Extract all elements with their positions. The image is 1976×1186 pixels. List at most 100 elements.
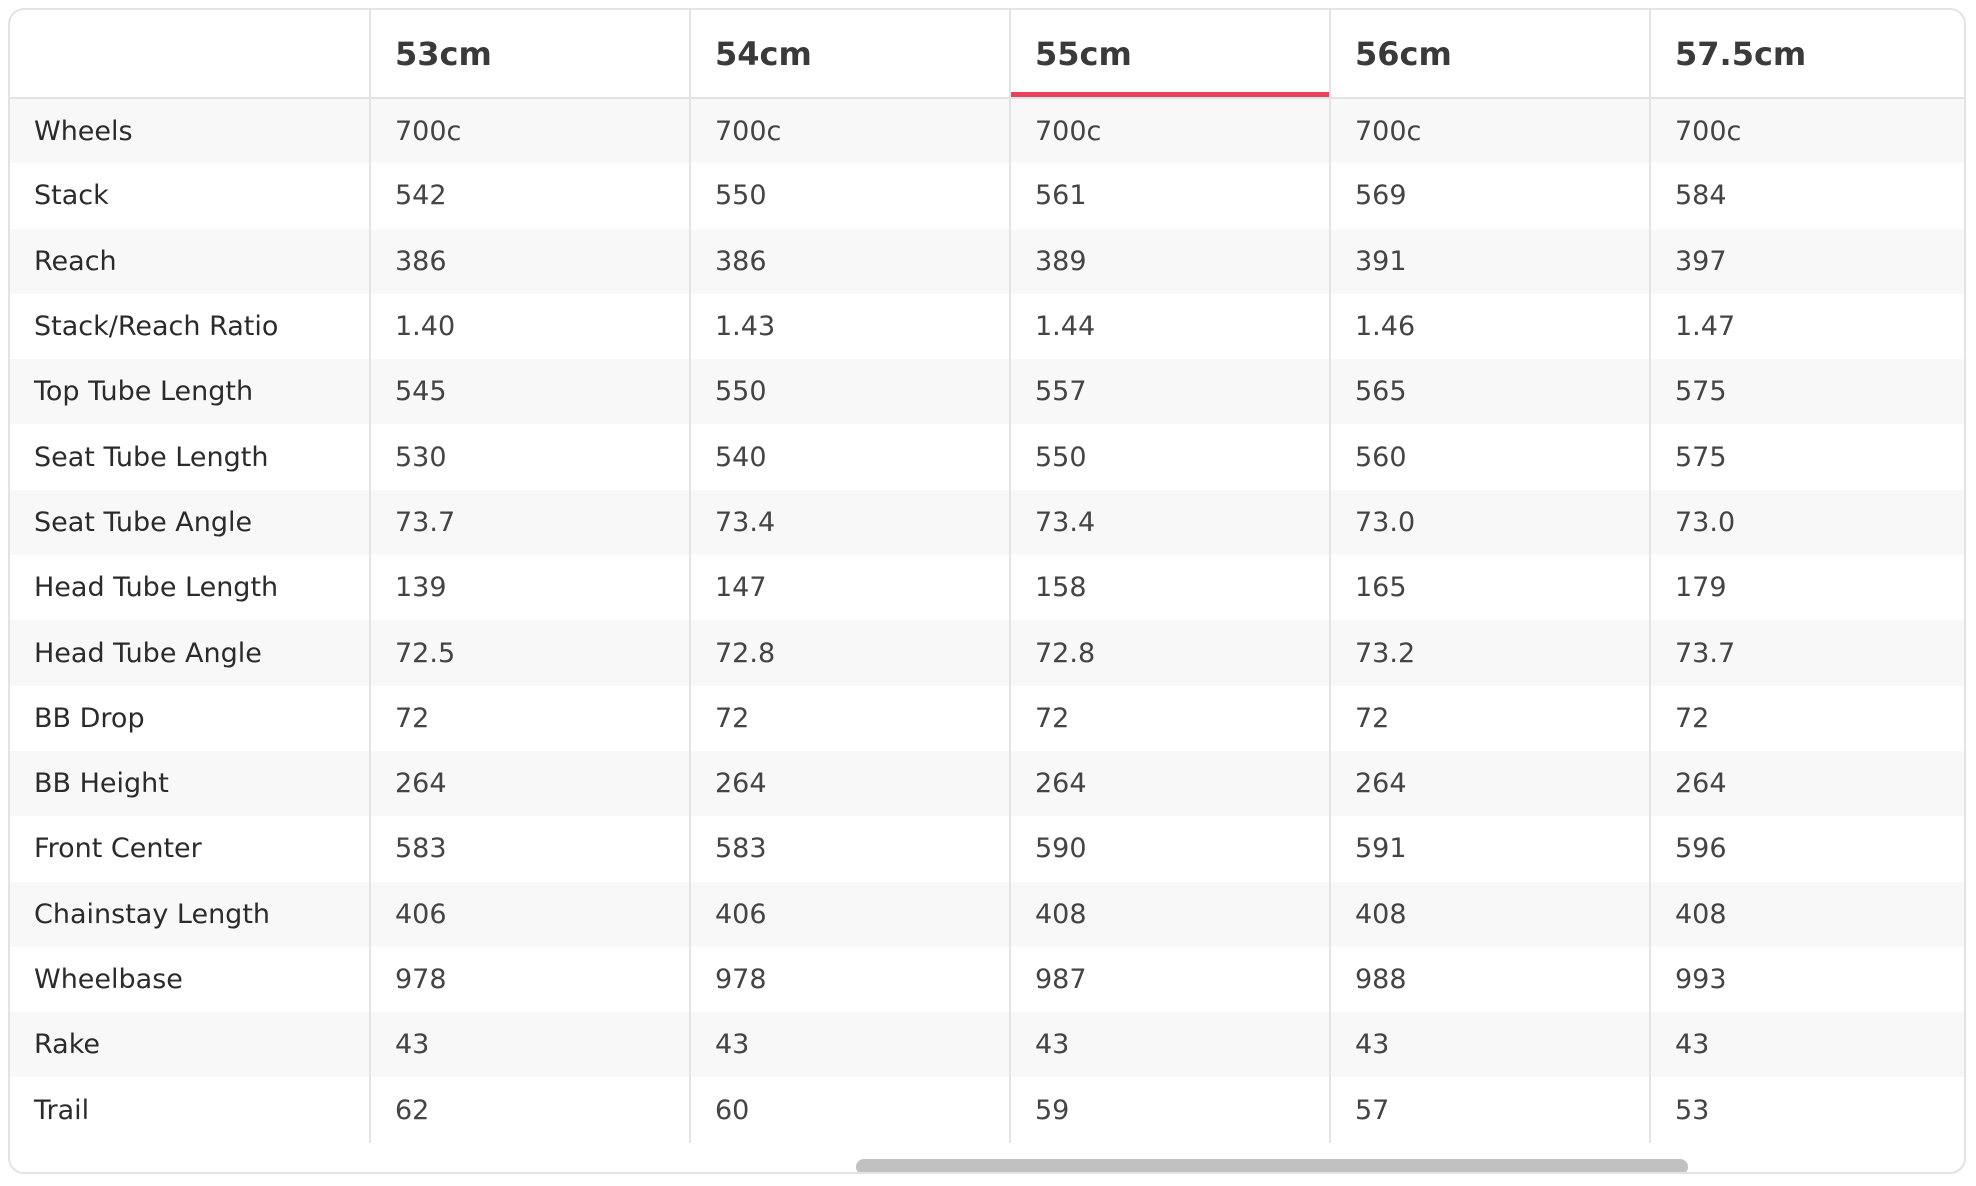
table-cell: 72.5 (369, 620, 690, 686)
table-cell: 72 (1009, 685, 1330, 751)
table-cell: 179 (1649, 555, 1964, 621)
table-row: Top Tube Length 545 550 557 565 575 (10, 359, 1964, 425)
table-cell: 73.2 (1329, 620, 1650, 686)
table-cell: 53 (1649, 1077, 1964, 1143)
row-label: Trail (10, 1077, 370, 1143)
table-cell: 59 (1009, 1077, 1330, 1143)
row-label: Wheels (10, 98, 370, 164)
table-cell: 158 (1009, 555, 1330, 621)
table-cell: 57 (1329, 1077, 1650, 1143)
table-row: Wheels 700c 700c 700c 700c 700c (10, 98, 1964, 164)
table-cell: 700c (1649, 98, 1964, 164)
table-cell: 386 (369, 228, 690, 294)
table-cell: 590 (1009, 816, 1330, 882)
table-cell: 406 (689, 881, 1010, 947)
table-cell: 575 (1649, 424, 1964, 490)
table-row: Seat Tube Length 530 540 550 560 575 (10, 424, 1964, 490)
table-cell: 73.0 (1329, 489, 1650, 556)
table-cell: 557 (1009, 359, 1330, 425)
size-header-53cm[interactable]: 53cm (369, 10, 690, 99)
table-cell: 408 (1009, 881, 1330, 947)
table-cell: 550 (689, 163, 1010, 229)
scrollbar-thumb[interactable] (856, 1159, 1688, 1172)
row-label: Head Tube Length (10, 555, 370, 621)
table-cell: 596 (1649, 816, 1964, 882)
horizontal-scrollbar[interactable] (18, 1153, 1956, 1172)
table-cell: 575 (1649, 359, 1964, 425)
table-cell: 1.40 (369, 293, 690, 360)
size-header-54cm[interactable]: 54cm (689, 10, 1010, 99)
table-cell: 73.4 (689, 489, 1010, 556)
table-cell: 583 (369, 816, 690, 882)
table-cell: 700c (1329, 98, 1650, 164)
row-label: BB Drop (10, 685, 370, 751)
table-cell: 73.7 (369, 489, 690, 556)
table-row: Trail 62 60 59 57 53 (10, 1077, 1964, 1143)
table-cell: 530 (369, 424, 690, 490)
table-cell: 700c (369, 98, 690, 164)
table-cell: 72 (369, 685, 690, 751)
table-row: Stack 542 550 561 569 584 (10, 163, 1964, 229)
table-cell: 72 (1649, 685, 1964, 751)
table-cell: 978 (369, 946, 690, 1013)
table-cell: 139 (369, 555, 690, 621)
table-cell: 1.44 (1009, 293, 1330, 360)
row-label: Seat Tube Angle (10, 489, 370, 556)
geometry-table: 53cm 54cm 55cm 56cm 57.5cm Wheels 700c 700… (10, 10, 1964, 1143)
size-header-55cm[interactable]: 55cm (1009, 10, 1330, 99)
row-label: Wheelbase (10, 946, 370, 1013)
row-label: Head Tube Angle (10, 620, 370, 686)
row-label: Stack/Reach Ratio (10, 293, 370, 360)
table-cell: 591 (1329, 816, 1650, 882)
row-label: Chainstay Length (10, 881, 370, 947)
geometry-table-container[interactable]: 53cm 54cm 55cm 56cm 57.5cm Wheels 700c 700… (8, 8, 1966, 1174)
table-cell: 545 (369, 359, 690, 425)
table-cell: 72 (1329, 685, 1650, 751)
table-cell: 43 (1329, 1012, 1650, 1078)
table-cell: 60 (689, 1077, 1010, 1143)
size-header-56cm[interactable]: 56cm (1329, 10, 1650, 99)
table-cell: 72.8 (689, 620, 1010, 686)
table-cell: 72 (689, 685, 1010, 751)
table-cell: 264 (1329, 750, 1650, 817)
table-cell: 993 (1649, 946, 1964, 1013)
table-cell: 560 (1329, 424, 1650, 490)
table-cell: 43 (369, 1012, 690, 1078)
table-cell: 147 (689, 555, 1010, 621)
table-row: Stack/Reach Ratio 1.40 1.43 1.44 1.46 1.47 (10, 293, 1964, 360)
table-cell: 1.46 (1329, 293, 1650, 360)
table-cell: 43 (689, 1012, 1010, 1078)
table-cell: 72.8 (1009, 620, 1330, 686)
table-cell: 389 (1009, 228, 1330, 294)
table-row: BB Height 264 264 264 264 264 (10, 750, 1964, 817)
row-label: Stack (10, 163, 370, 229)
table-row: Wheelbase 978 978 987 988 993 (10, 946, 1964, 1013)
table-cell: 397 (1649, 228, 1964, 294)
table-cell: 406 (369, 881, 690, 947)
table-cell: 264 (1649, 750, 1964, 817)
table-row: Rake 43 43 43 43 43 (10, 1012, 1964, 1078)
table-cell: 73.0 (1649, 489, 1964, 556)
row-label: Seat Tube Length (10, 424, 370, 490)
table-cell: 565 (1329, 359, 1650, 425)
table-cell: 550 (1009, 424, 1330, 490)
row-label: Front Center (10, 816, 370, 882)
row-label: BB Height (10, 750, 370, 817)
table-cell: 978 (689, 946, 1010, 1013)
table-cell: 1.47 (1649, 293, 1964, 360)
table-cell: 988 (1329, 946, 1650, 1013)
table-cell: 391 (1329, 228, 1650, 294)
table-cell: 43 (1649, 1012, 1964, 1078)
row-label: Reach (10, 228, 370, 294)
table-cell: 264 (689, 750, 1010, 817)
size-header-57-5cm[interactable]: 57.5cm (1649, 10, 1964, 99)
table-row: Chainstay Length 406 406 408 408 408 (10, 881, 1964, 947)
row-label: Top Tube Length (10, 359, 370, 425)
table-cell: 583 (689, 816, 1010, 882)
table-cell: 73.7 (1649, 620, 1964, 686)
table-cell: 408 (1329, 881, 1650, 947)
corner-header-cell (10, 10, 370, 99)
table-cell: 700c (689, 98, 1010, 164)
table-cell: 165 (1329, 555, 1650, 621)
header-row: 53cm 54cm 55cm 56cm 57.5cm (10, 10, 1964, 99)
